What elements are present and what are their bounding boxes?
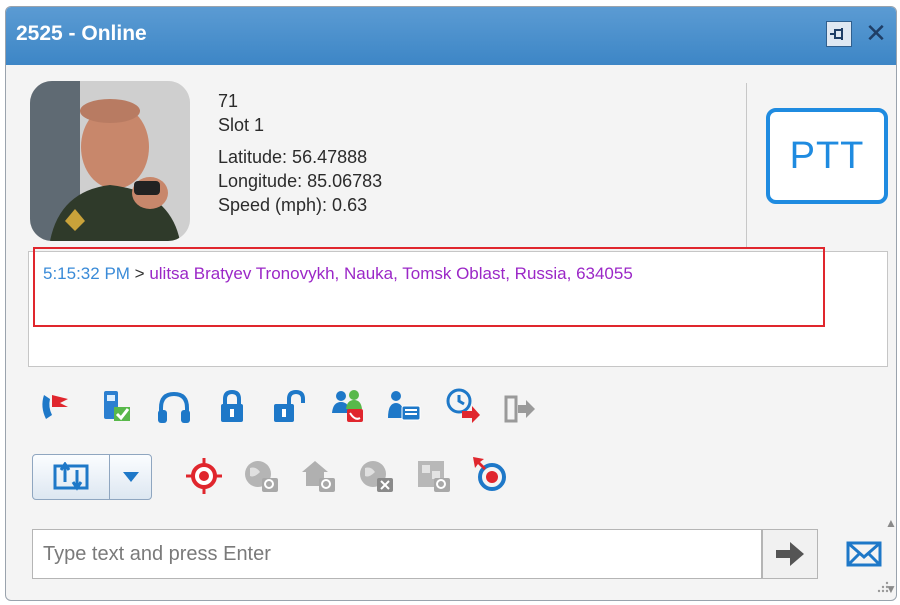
headset-icon[interactable]	[156, 390, 192, 426]
window-title: 2525 - Online	[16, 22, 147, 45]
target-icon[interactable]	[186, 458, 222, 494]
dropdown-arrow[interactable]	[111, 455, 151, 499]
scheduled-send-icon[interactable]	[444, 387, 480, 423]
location-flag-icon[interactable]	[38, 389, 74, 425]
map-close-icon[interactable]	[359, 458, 395, 494]
close-button[interactable]: ✕	[862, 18, 890, 48]
close-icon: ✕	[865, 18, 887, 48]
title-bar[interactable]: 2525 - Online ✕	[6, 7, 896, 65]
arrow-right-icon	[776, 542, 804, 566]
subscriber-id: 71	[218, 91, 239, 111]
exit-icon[interactable]	[502, 391, 538, 427]
location-update-icon	[53, 462, 89, 491]
user-card-icon[interactable]	[386, 388, 422, 424]
radio-window: 2525 - Online ✕ 71 Slot 1 Latitude: 56.4…	[5, 6, 897, 601]
send-button[interactable]	[762, 529, 818, 579]
speed-label: Speed (mph): 0.63	[218, 195, 368, 215]
scroll-up-icon[interactable]: ▲	[885, 516, 896, 530]
latitude-label: Latitude: 56.47888	[218, 147, 368, 167]
location-dropdown-button[interactable]	[33, 455, 110, 499]
avatar	[30, 81, 190, 241]
ptt-button[interactable]: PTT	[766, 108, 888, 204]
pin-button[interactable]	[826, 21, 852, 47]
group-call-icon[interactable]	[329, 387, 365, 423]
slot-label: Slot 1	[218, 115, 265, 135]
location-dropdown[interactable]	[32, 454, 152, 500]
home-zoom-icon[interactable]	[301, 458, 337, 494]
divider	[746, 83, 747, 249]
radio-check-icon[interactable]	[96, 387, 132, 423]
chevron-down-icon	[123, 472, 139, 482]
avatar-image	[30, 81, 190, 241]
highlight-box	[33, 247, 825, 327]
pin-icon	[830, 28, 843, 40]
envelope-icon[interactable]	[846, 539, 882, 569]
track-icon[interactable]	[472, 456, 508, 492]
map-area-zoom-icon[interactable]	[416, 458, 452, 494]
message-input[interactable]	[32, 529, 762, 579]
unlock-icon[interactable]	[271, 389, 307, 425]
longitude-label: Longitude: 85.06783	[218, 171, 383, 191]
lock-icon[interactable]	[214, 389, 250, 425]
map-zoom-icon[interactable]	[244, 458, 280, 494]
subscriber-info: 71 Slot 1 Latitude: 56.47888 Longitude: …	[218, 89, 382, 217]
resize-grip-icon[interactable]	[874, 580, 890, 596]
